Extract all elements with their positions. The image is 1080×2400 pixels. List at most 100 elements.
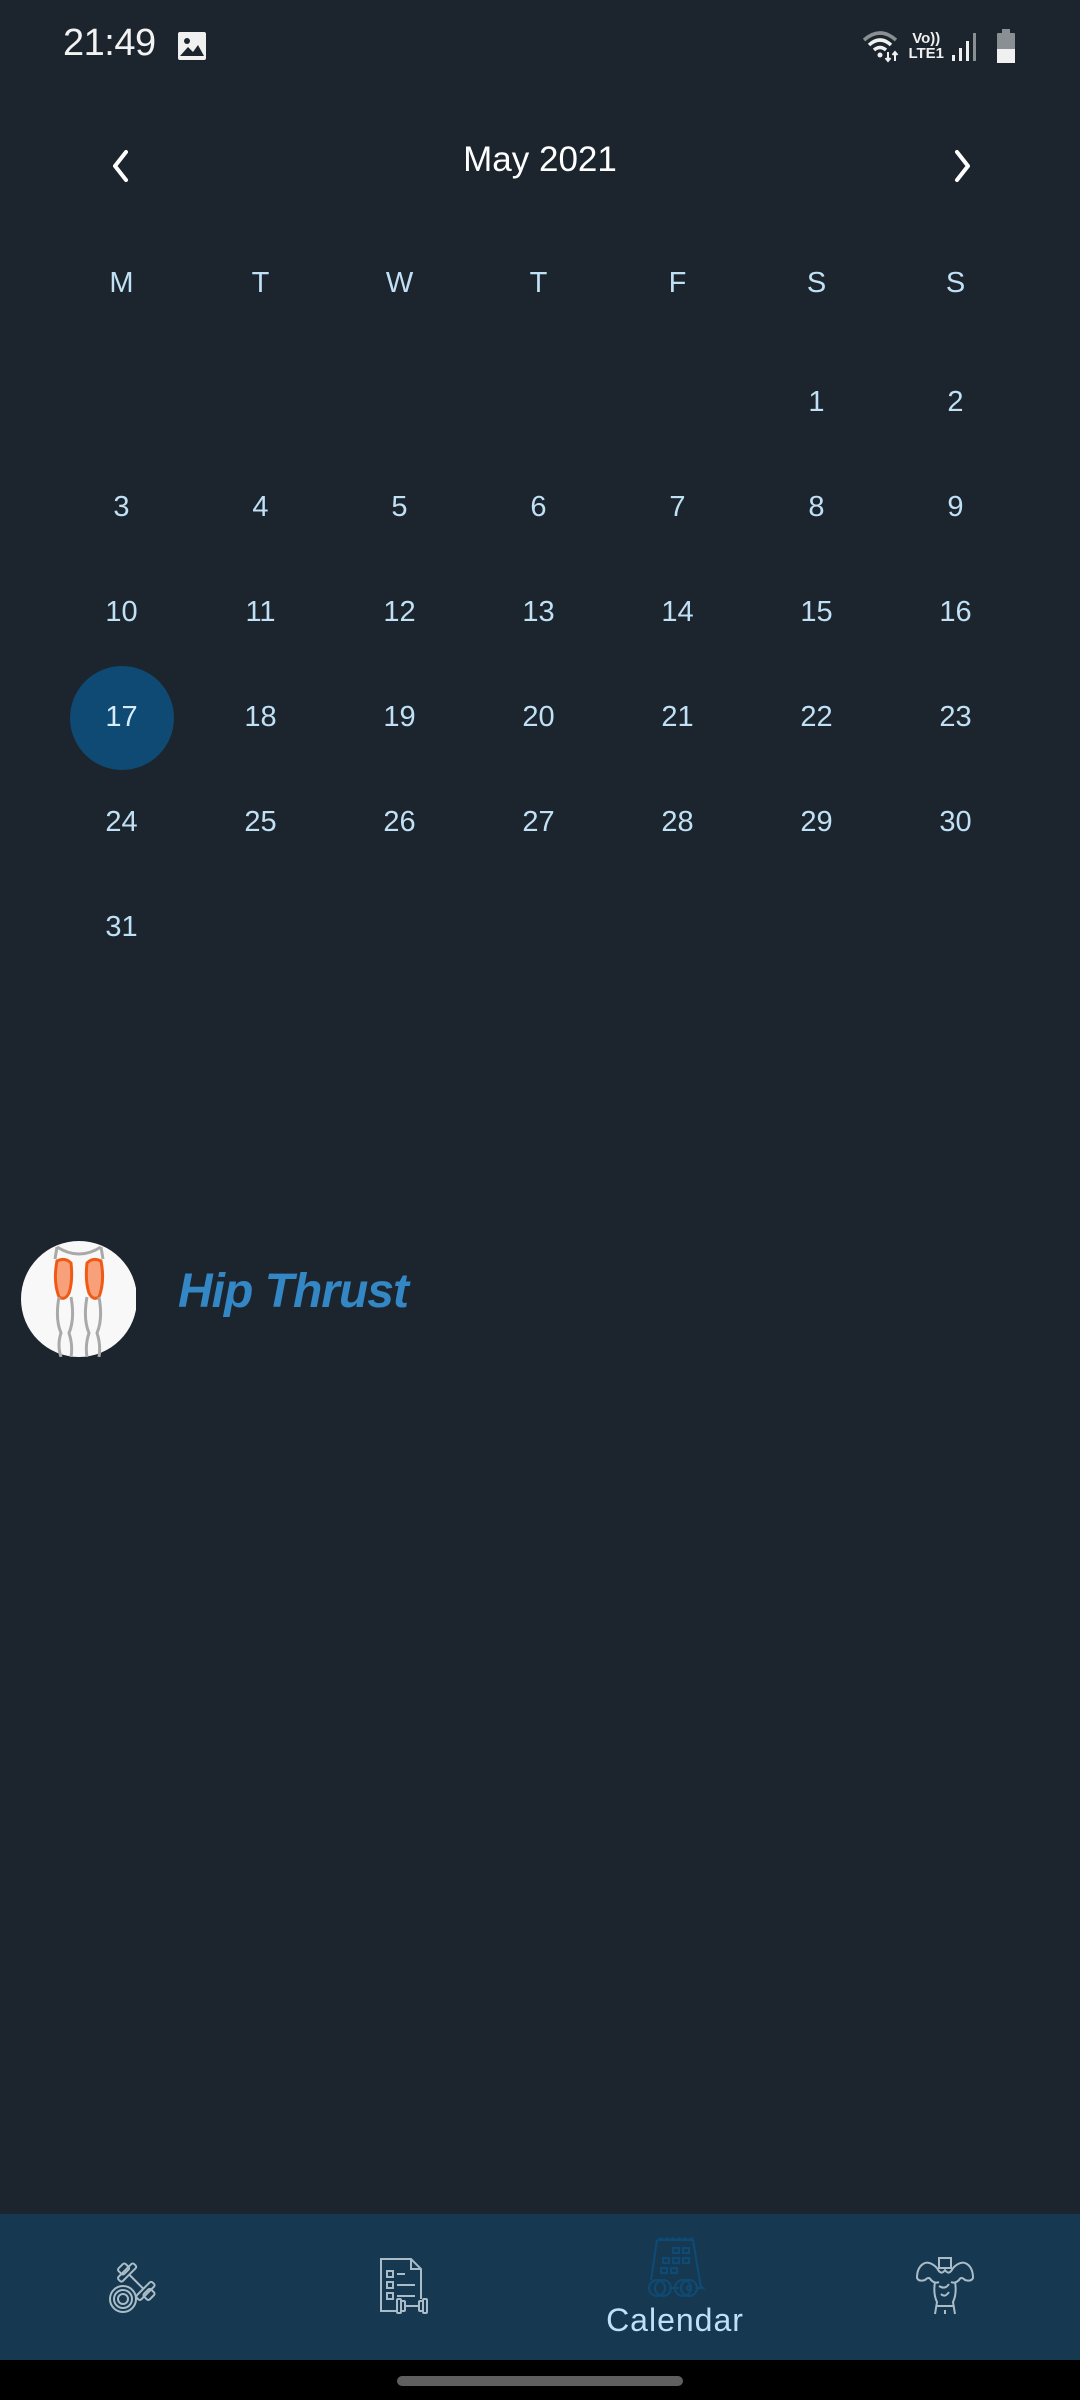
status-icons: Vo)) LTE1 [862,26,1020,66]
weekday-label: S [806,267,827,299]
day-number: 2 [947,386,964,418]
day-cell-selected[interactable]: 17 [52,665,191,770]
calendar-grid: M T W T F S S 1 2 3 4 5 6 7 8 9 10 11 12 13 14 15 16 17 1… [52,250,1026,980]
day-cell[interactable]: 10 [52,560,191,665]
day-cell[interactable]: 16 [886,560,1025,665]
nav-item-workouts[interactable] [0,2214,270,2360]
dumbbell-plate-icon [109,2262,156,2313]
workout-plan-icon [380,2258,428,2314]
week-row: 10 11 12 13 14 15 16 [52,560,1026,665]
day-number: 24 [105,806,138,838]
day-cell[interactable]: 1 [747,350,886,455]
signal-icon [952,33,976,61]
day-cell[interactable]: 2 [886,350,1025,455]
exercise-list-item[interactable]: Hip Thrust [0,1240,1080,1360]
lte-label: LTE1 [908,45,944,62]
day-number: 27 [522,806,555,838]
day-number: 18 [244,701,277,733]
day-number: 8 [808,491,825,523]
gallery-icon [178,32,206,60]
bodybuilder-icon [915,2257,975,2315]
day-cell[interactable]: 23 [886,665,1025,770]
day-number: 22 [800,701,833,733]
day-number: 17 [105,701,138,733]
weekday-label: S [945,267,966,299]
week-row: 12 [52,350,1026,455]
nav-item-plans[interactable] [270,2214,540,2360]
month-title: May 2021 [463,140,617,179]
week-row: 3 4 5 6 7 8 9 [52,455,1026,560]
day-cell[interactable]: 11 [191,560,330,665]
day-number: 25 [244,806,277,838]
day-number: 26 [383,806,416,838]
day-cell[interactable]: 13 [469,560,608,665]
day-cell[interactable]: 29 [747,770,886,875]
day-number: 6 [530,491,547,523]
nav-item-body[interactable] [810,2214,1080,2360]
day-cell[interactable]: 26 [330,770,469,875]
day-number: 28 [661,806,694,838]
day-cell[interactable]: 20 [469,665,608,770]
day-cell[interactable]: 25 [191,770,330,875]
day-cell[interactable]: 27 [469,770,608,875]
day-cell[interactable]: 9 [886,455,1025,560]
weekday-label: M [109,267,134,299]
day-number: 16 [939,596,972,628]
day-number: 19 [383,701,416,733]
day-cell[interactable]: 4 [191,455,330,560]
glutes-muscle-icon [21,1241,136,1357]
day-cell[interactable]: 21 [608,665,747,770]
day-cell[interactable]: 28 [608,770,747,875]
day-cell[interactable]: 8 [747,455,886,560]
day-number: 23 [939,701,972,733]
empty-day-cell [469,350,608,455]
empty-day-cell [330,350,469,455]
calendar-workout-icon [647,2236,706,2297]
empty-day-cell [330,875,469,980]
status-bar: 21:49 Vo)) LTE1 [0,0,1080,90]
day-cell[interactable]: 5 [330,455,469,560]
day-number: 11 [245,596,276,628]
empty-day-cell [469,875,608,980]
day-cell[interactable]: 19 [330,665,469,770]
empty-day-cell [747,875,886,980]
day-cell[interactable]: 12 [330,560,469,665]
bottom-navigation: Calendar [0,2214,1080,2360]
day-cell[interactable]: 22 [747,665,886,770]
day-cell[interactable]: 30 [886,770,1025,875]
day-number: 29 [800,806,833,838]
day-number: 9 [947,491,964,523]
weekday-label: W [385,267,414,299]
day-number: 7 [669,491,686,523]
weekday-row: M T W T F S S [52,250,1026,316]
empty-day-cell [191,875,330,980]
volte-label: Vo)) [912,30,941,47]
day-cell[interactable]: 3 [52,455,191,560]
system-navigation-area [0,2360,1080,2400]
exercise-name: Hip Thrust [178,1265,409,1318]
weekday-label: F [668,267,687,299]
day-cell[interactable]: 15 [747,560,886,665]
day-number: 14 [661,596,694,628]
day-cell[interactable]: 7 [608,455,747,560]
empty-day-cell [191,350,330,455]
day-number: 30 [939,806,972,838]
week-row: 31 [52,875,1026,980]
day-number: 12 [383,596,416,628]
day-cell[interactable]: 18 [191,665,330,770]
battery-icon [997,29,1015,63]
day-cell[interactable]: 6 [469,455,608,560]
day-number: 21 [661,701,694,733]
nav-item-calendar[interactable]: Calendar [540,2214,810,2360]
empty-day-cell [52,350,191,455]
day-cell[interactable]: 14 [608,560,747,665]
home-gesture-bar[interactable] [397,2376,683,2386]
day-number: 5 [391,491,408,523]
next-month-button[interactable] [938,140,988,190]
day-number: 13 [522,596,555,628]
day-cell[interactable]: 24 [52,770,191,875]
day-cell[interactable]: 31 [52,875,191,980]
wifi-icon [863,31,899,63]
weekday-label: T [251,267,270,299]
day-number: 1 [808,386,825,418]
